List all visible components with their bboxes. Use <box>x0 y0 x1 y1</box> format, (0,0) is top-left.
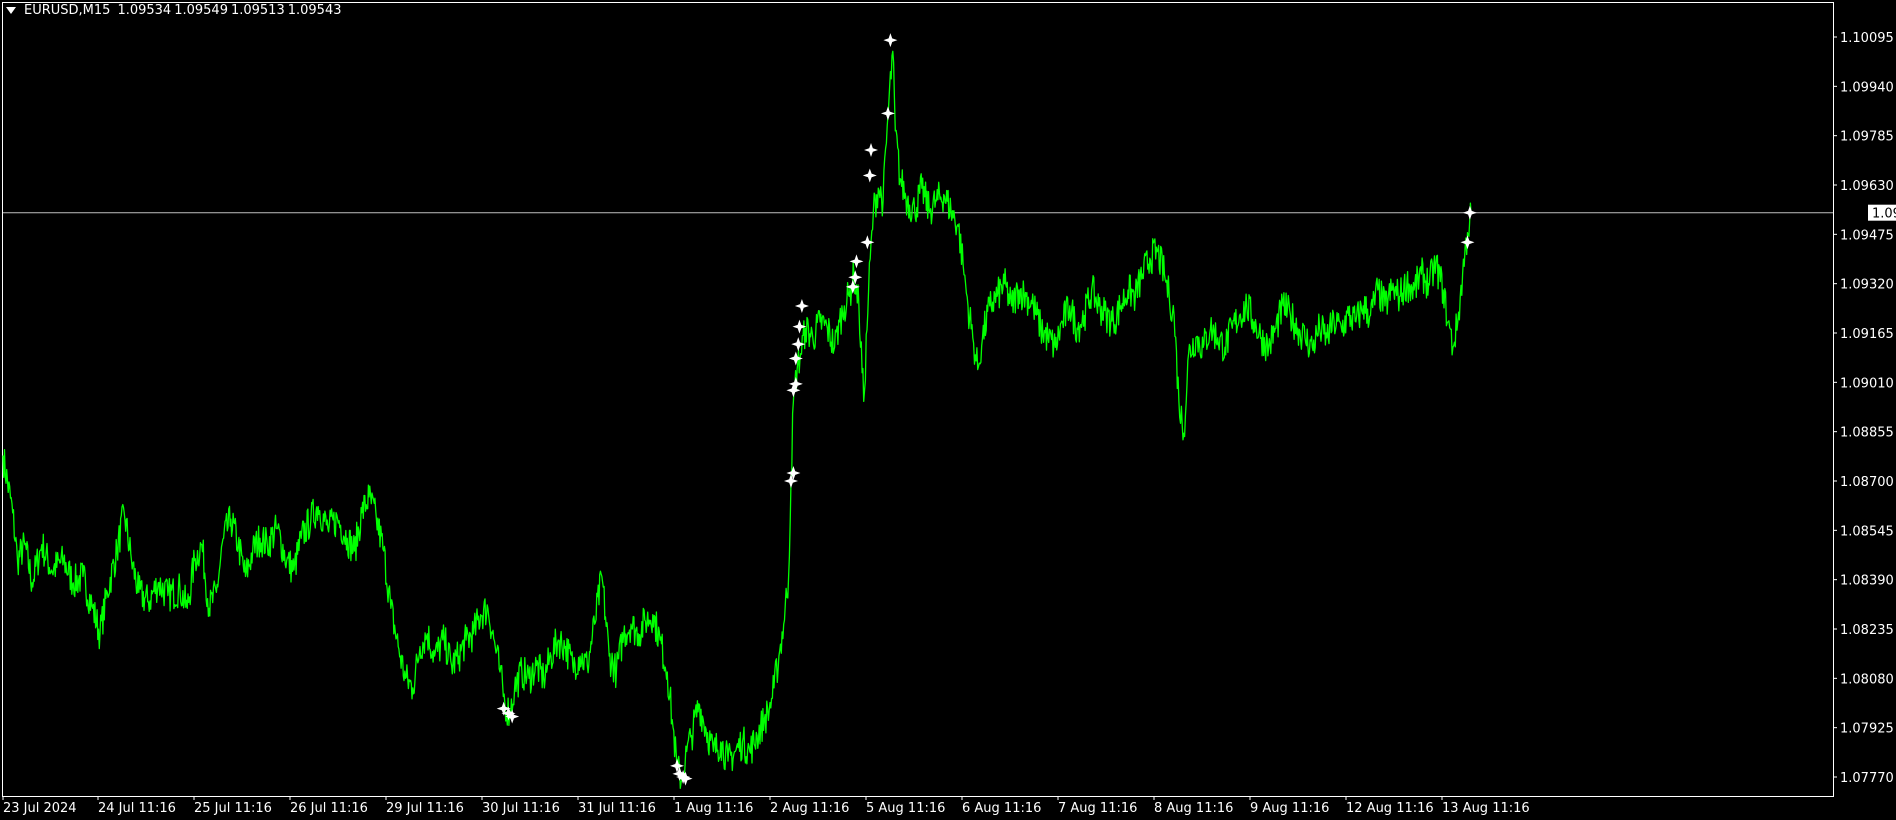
symbol-timeframe: EURUSD,M15 <box>24 3 111 18</box>
y-tick-label: 1.08390 <box>1840 574 1894 589</box>
y-tick-label: 1.09475 <box>1840 228 1894 243</box>
close-price: 1.09543 <box>287 3 342 18</box>
signal-star-icon <box>862 168 877 183</box>
y-tick-label: 1.09165 <box>1840 327 1894 342</box>
x-tick-label: 30 Jul 11:16 <box>482 801 560 816</box>
y-tick-label: 1.08545 <box>1840 524 1894 539</box>
price-chart[interactable]: 1.10095 1.09940 1.09785 1.09630 1.09475 1.093… <box>0 0 1896 820</box>
signal-star-icon <box>848 270 863 285</box>
plot-frame <box>2 2 1834 797</box>
chart-header: EURUSD,M15 1.09534 1.09549 1.09513 1.095… <box>6 3 342 18</box>
price-series <box>2 50 1472 789</box>
x-tick-label: 5 Aug 11:16 <box>866 801 945 816</box>
signal-star-icon <box>864 142 879 157</box>
signal-star-icon <box>849 254 864 269</box>
y-tick-label: 1.09320 <box>1840 278 1894 293</box>
y-tick-label: 1.07925 <box>1840 722 1894 737</box>
signal-star-icon <box>786 466 801 481</box>
x-tick-label: 29 Jul 11:16 <box>386 801 464 816</box>
current-price-label-group: 1.09543 <box>1868 204 1896 222</box>
open-price: 1.09534 <box>117 3 172 18</box>
y-tick-label: 1.08700 <box>1840 475 1894 490</box>
signal-star-icon <box>794 298 809 313</box>
x-tick-label: 7 Aug 11:16 <box>1058 801 1137 816</box>
x-tick-label: 12 Aug 11:16 <box>1346 801 1434 816</box>
y-tick-label: 1.08855 <box>1840 426 1894 441</box>
time-axis[interactable]: 23 Jul 2024 24 Jul 11:16 25 Jul 11:16 26 Ju… <box>2 796 1530 816</box>
signal-star-icon <box>783 474 798 488</box>
signal-star-icon <box>1460 235 1475 250</box>
x-tick-label: 24 Jul 11:16 <box>98 801 176 816</box>
signal-star-icon <box>860 235 875 250</box>
price-axis[interactable]: 1.10095 1.09940 1.09785 1.09630 1.09475 1.093… <box>1833 31 1894 786</box>
y-tick-label: 1.07770 <box>1840 771 1894 786</box>
y-tick-label: 1.09630 <box>1840 179 1894 194</box>
signal-markers <box>496 33 1477 786</box>
x-tick-label: 6 Aug 11:16 <box>962 801 1041 816</box>
signal-star-icon <box>880 106 895 121</box>
x-tick-label: 23 Jul 2024 <box>3 801 77 816</box>
y-tick-label: 1.09940 <box>1840 80 1894 95</box>
y-tick-label: 1.09785 <box>1840 130 1894 145</box>
dropdown-triangle-icon[interactable] <box>6 7 16 14</box>
low-price: 1.09513 <box>230 3 285 18</box>
y-tick-label: 1.08235 <box>1840 623 1894 638</box>
signal-star-icon <box>791 337 806 352</box>
x-tick-label: 13 Aug 11:16 <box>1442 801 1530 816</box>
x-tick-label: 9 Aug 11:16 <box>1250 801 1329 816</box>
x-tick-label: 2 Aug 11:16 <box>770 801 849 816</box>
x-tick-label: 1 Aug 11:16 <box>674 801 753 816</box>
x-tick-label: 8 Aug 11:16 <box>1154 801 1233 816</box>
x-tick-label: 26 Jul 11:16 <box>290 801 368 816</box>
x-tick-label: 25 Jul 11:16 <box>194 801 272 816</box>
signal-star-icon <box>670 758 685 773</box>
high-price: 1.09549 <box>174 3 228 18</box>
signal-star-icon <box>883 33 898 48</box>
chart-window[interactable]: 1.10095 1.09940 1.09785 1.09630 1.09475 1.093… <box>0 0 1896 820</box>
y-tick-label: 1.09010 <box>1840 376 1894 391</box>
x-tick-label: 31 Jul 11:16 <box>578 801 656 816</box>
price-line-series-0 <box>2 50 1472 789</box>
y-tick-label: 1.10095 <box>1840 31 1894 46</box>
current-price-label: 1.09543 <box>1872 207 1896 222</box>
y-tick-label: 1.08080 <box>1840 672 1894 687</box>
signal-star-icon <box>1462 205 1477 220</box>
